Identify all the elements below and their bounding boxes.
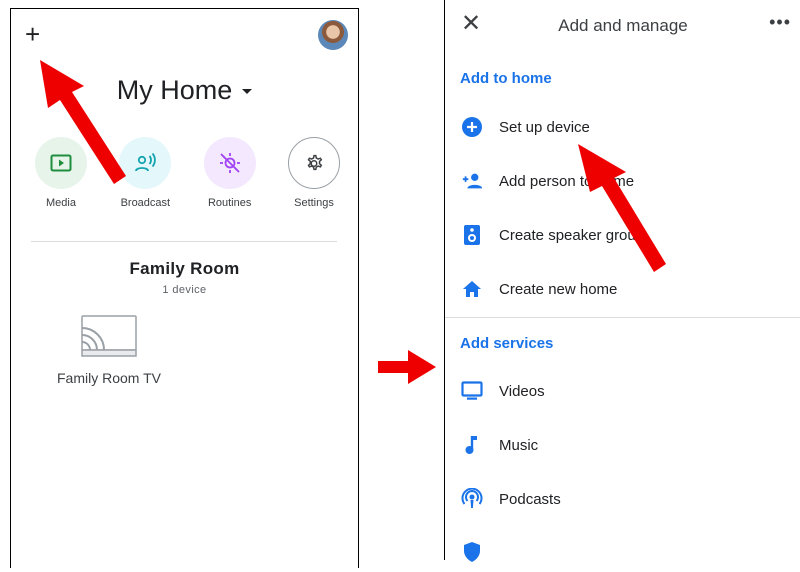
page-title: Add and manage bbox=[558, 16, 688, 35]
device-tile[interactable]: Family Room TV bbox=[49, 314, 169, 386]
menu-item-add-person[interactable]: Add person to home bbox=[445, 161, 800, 201]
section-add-services: Add services bbox=[460, 335, 554, 352]
add-and-manage-screen: ✕ Add and manage ••• Add to home Set up … bbox=[444, 0, 800, 562]
more-options-button[interactable]: ••• bbox=[769, 12, 791, 33]
home-screen: + My Home Media Broadcast Routines Setti… bbox=[10, 8, 359, 568]
speaker-icon bbox=[461, 224, 483, 246]
menu-item-label: Music bbox=[499, 436, 539, 454]
music-note-icon bbox=[461, 434, 483, 456]
plus-circle-icon bbox=[461, 116, 483, 138]
menu-item-set-up-device[interactable]: Set up device bbox=[445, 107, 800, 147]
shortcut-label: Routines bbox=[207, 197, 252, 209]
home-switcher[interactable]: My Home bbox=[11, 75, 358, 106]
podcast-icon bbox=[461, 488, 483, 510]
shortcut-settings[interactable]: Settings bbox=[284, 137, 344, 209]
room-device-count: 1 device bbox=[162, 284, 207, 296]
home-icon bbox=[461, 278, 483, 300]
menu-item-music[interactable]: Music bbox=[445, 425, 800, 465]
shortcut-label: Settings bbox=[294, 197, 334, 209]
annotation-arrow-icon bbox=[378, 350, 436, 384]
gear-icon bbox=[287, 137, 340, 189]
sun-slash-icon bbox=[203, 137, 256, 189]
monitor-icon bbox=[461, 380, 483, 402]
play-icon bbox=[35, 137, 87, 189]
shortcut-routines[interactable]: Routines bbox=[200, 137, 260, 209]
shortcut-broadcast[interactable]: Broadcast bbox=[115, 137, 175, 209]
menu-item-label: Set up device bbox=[499, 118, 590, 136]
shortcut-row: Media Broadcast Routines Settings bbox=[31, 137, 344, 209]
menu-item-partial[interactable] bbox=[445, 532, 800, 572]
section-add-to-home: Add to home bbox=[460, 70, 552, 87]
shortcut-label: Media bbox=[46, 197, 76, 209]
menu-item-label: Create speaker group bbox=[499, 226, 645, 244]
cast-tv-icon bbox=[81, 315, 137, 357]
menu-item-label: Podcasts bbox=[499, 490, 561, 508]
device-name: Family Room TV bbox=[57, 370, 161, 386]
menu-item-create-speaker-group[interactable]: Create speaker group bbox=[445, 215, 800, 255]
shield-icon bbox=[461, 541, 483, 563]
menu-item-create-new-home[interactable]: Create new home bbox=[445, 269, 800, 309]
shortcut-media[interactable]: Media bbox=[31, 137, 91, 209]
broadcast-icon bbox=[119, 137, 172, 189]
add-person-icon bbox=[461, 170, 483, 192]
menu-item-label: Add person to home bbox=[499, 172, 635, 190]
shortcut-label: Broadcast bbox=[120, 197, 171, 209]
add-button[interactable]: + bbox=[25, 21, 40, 47]
menu-item-videos[interactable]: Videos bbox=[445, 371, 800, 411]
avatar[interactable] bbox=[318, 20, 348, 50]
menu-item-label: Videos bbox=[499, 382, 545, 400]
menu-item-podcasts[interactable]: Podcasts bbox=[445, 479, 800, 519]
room-title: Family Room bbox=[129, 259, 240, 278]
caret-down-icon bbox=[242, 89, 253, 95]
divider bbox=[31, 241, 337, 242]
divider bbox=[445, 317, 800, 318]
page-title: My Home bbox=[116, 75, 233, 105]
menu-item-label: Create new home bbox=[499, 280, 618, 298]
